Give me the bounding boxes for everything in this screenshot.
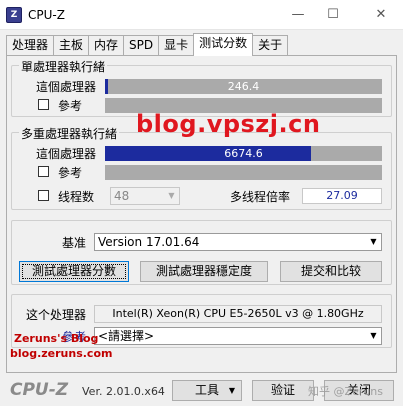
- single-this-label: 這個處理器: [36, 80, 97, 94]
- cpu-ref-select[interactable]: <請選擇> ▼: [94, 327, 382, 345]
- cpu-ref-select-value: <請選擇>: [98, 329, 155, 343]
- multi-thread-group: 多重處理器執行緒 這個處理器 6674.6 參考 线程数 48 ▼ 多线程倍率 …: [11, 125, 392, 210]
- version-text: Ver. 2.01.0.x64: [82, 385, 165, 398]
- single-this-bar: 246.4: [105, 79, 382, 94]
- watermark-blog-url: blog.zeruns.com: [10, 347, 113, 360]
- tab-about[interactable]: 关于: [252, 35, 289, 56]
- single-this-value: 246.4: [227, 80, 260, 93]
- watermark-vpszj: blog.vpszj.cn: [136, 110, 321, 138]
- multi-thread-legend: 多重處理器執行緒: [19, 125, 120, 142]
- ratio-label: 多线程倍率: [230, 190, 291, 204]
- bench-label: 基准: [62, 236, 87, 250]
- single-thread-legend: 單處理器執行緒: [19, 58, 108, 75]
- tab-mainboard[interactable]: 主板: [53, 35, 90, 56]
- threads-select[interactable]: 48 ▼: [110, 187, 180, 205]
- multi-this-bar: 6674.6: [105, 146, 382, 161]
- tools-button-label: 工具: [194, 383, 219, 397]
- cpu-name-field: Intel(R) Xeon(R) CPU E5-2650L v3 @ 1.80G…: [94, 305, 382, 323]
- tab-processor[interactable]: 处理器: [6, 35, 55, 56]
- cpuz-logo-text: CPU-Z: [10, 380, 69, 400]
- maximize-button[interactable]: ☐: [318, 4, 348, 26]
- title-bar: Z CPU-Z — ☐ ✕: [0, 0, 403, 30]
- validate-button[interactable]: 验证: [252, 380, 314, 401]
- bench-group: 基准 Version 17.01.64 ▼ 測試處理器分數 測試處理器穩定度 提…: [11, 220, 392, 285]
- tools-button[interactable]: 工具 ▼: [172, 380, 242, 401]
- tab-graphics[interactable]: 显卡: [158, 35, 195, 56]
- chevron-down-icon: ▼: [370, 331, 377, 340]
- chevron-down-icon: ▼: [370, 237, 377, 246]
- watermark-zhihu: 知乎 @Zeruns: [308, 385, 383, 398]
- ratio-value: 27.09: [302, 188, 382, 204]
- cpuz-app-icon: Z: [6, 7, 22, 23]
- close-window-button[interactable]: ✕: [366, 4, 396, 26]
- threads-select-value: 48: [114, 189, 130, 203]
- tab-spd[interactable]: SPD: [123, 35, 160, 56]
- bench-version-value: Version 17.01.64: [98, 235, 200, 249]
- bench-version-select[interactable]: Version 17.01.64 ▼: [94, 233, 382, 251]
- chevron-down-icon: ▼: [168, 191, 175, 200]
- minimize-button[interactable]: —: [283, 4, 313, 26]
- watermark-blog-name: Zeruns's Blog: [14, 332, 99, 345]
- stress-cpu-button[interactable]: 測試處理器穩定度: [140, 261, 268, 282]
- cpu-label: 这个处理器: [26, 308, 87, 322]
- threads-checkbox[interactable]: [38, 190, 49, 201]
- single-ref-label: 參考: [58, 99, 83, 113]
- chevron-down-icon: ▼: [228, 386, 235, 395]
- multi-ref-label: 參考: [58, 166, 83, 180]
- threads-label: 线程数: [58, 190, 95, 204]
- multi-ref-checkbox[interactable]: [38, 166, 49, 177]
- tab-bench[interactable]: 测试分数: [193, 33, 254, 56]
- tab-memory[interactable]: 内存: [88, 35, 125, 56]
- multi-this-label: 這個處理器: [36, 147, 97, 161]
- multi-this-value: 6674.6: [224, 147, 263, 160]
- bench-panel: 單處理器執行緒 這個處理器 246.4 參考 多重處理器執行緒 這個處理器 66…: [6, 55, 397, 373]
- bench-cpu-button[interactable]: 測試處理器分數: [19, 261, 129, 282]
- submit-compare-button[interactable]: 提交和比较: [280, 261, 382, 282]
- single-ref-checkbox[interactable]: [38, 99, 49, 110]
- window-title: CPU-Z: [28, 8, 65, 22]
- multi-ref-bar: [105, 165, 382, 180]
- tab-strip: 处理器 主板 内存 SPD 显卡 测试分数 关于: [6, 33, 289, 56]
